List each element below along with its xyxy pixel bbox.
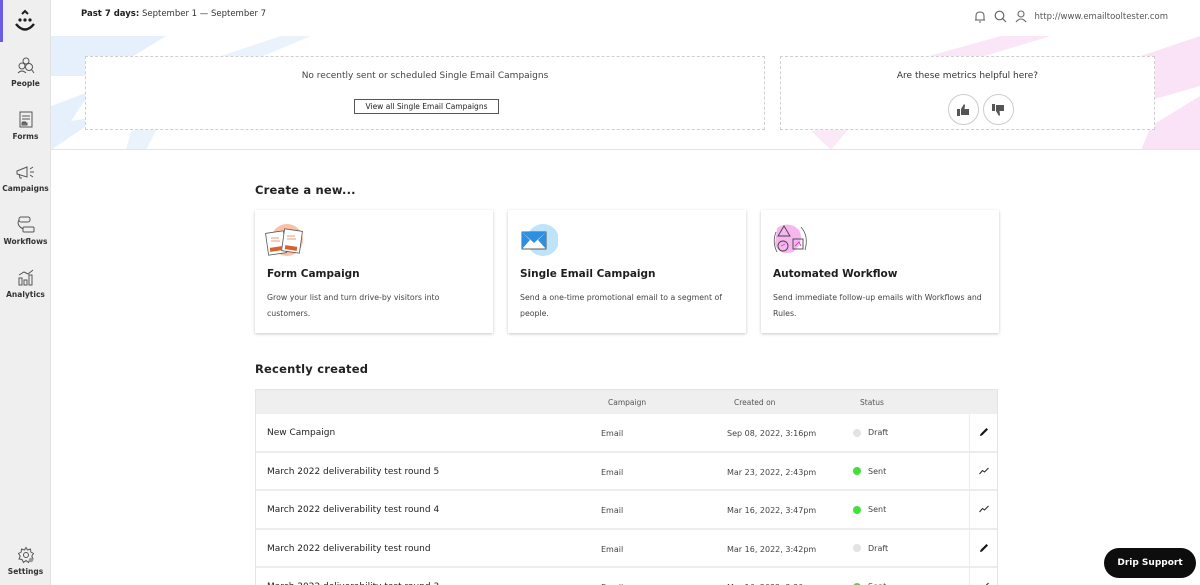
status-badge: Draft bbox=[853, 428, 888, 437]
thumbs-down-icon bbox=[992, 103, 1004, 116]
created-date: Mar 16, 2022, 3:42pm bbox=[727, 544, 817, 554]
stats-trend-icon bbox=[978, 505, 989, 513]
created-date: Sep 08, 2022, 3:16pm bbox=[727, 429, 817, 438]
view-stats-button[interactable] bbox=[969, 491, 997, 528]
gear-icon bbox=[17, 546, 34, 564]
sidebar-item-people[interactable]: People bbox=[0, 56, 51, 88]
drip-support-button[interactable]: Drip Support bbox=[1104, 548, 1196, 578]
card-description: Send a one-time promotional email to a s… bbox=[520, 293, 722, 318]
create-section-title: Create a new... bbox=[255, 183, 356, 197]
view-all-campaigns-button[interactable]: View all Single Email Campaigns bbox=[354, 99, 499, 114]
sidebar-item-forms[interactable]: Forms bbox=[0, 111, 51, 141]
table-row[interactable]: March 2022 deliverability test round 5 Em… bbox=[256, 452, 997, 491]
header-actions: http://www.emailtooltester.com bbox=[974, 10, 1168, 23]
status-label: Sent bbox=[868, 505, 887, 514]
megaphone-icon bbox=[16, 166, 34, 179]
period-range: September 1 — September 7 bbox=[141, 9, 267, 19]
status-label: Draft bbox=[868, 543, 889, 553]
sidebar-item-campaigns[interactable]: Campaigns bbox=[0, 163, 51, 193]
status-dot bbox=[853, 544, 861, 552]
table-row[interactable]: March 2022 deliverability test round 4 Em… bbox=[256, 491, 997, 530]
edit-pencil-icon bbox=[979, 428, 988, 437]
edit-button[interactable] bbox=[969, 529, 997, 566]
status-label: Draft bbox=[868, 428, 889, 437]
metrics-section: No recently sent or scheduled Single Ema… bbox=[51, 36, 1200, 150]
column-header-campaign[interactable]: Campaign bbox=[608, 398, 646, 407]
email-envelope-icon bbox=[521, 224, 558, 256]
created-date: Mar 23, 2022, 2:43pm bbox=[727, 467, 817, 477]
campaign-type: Email bbox=[601, 429, 624, 438]
view-stats-button[interactable] bbox=[969, 568, 997, 585]
card-title: Form Campaign bbox=[267, 268, 360, 280]
table-row[interactable]: New Campaign Email Sep 08, 2022, 3:16pm Dra… bbox=[256, 414, 997, 453]
status-label: Sent bbox=[868, 466, 887, 476]
period-label: Past 7 days: bbox=[81, 9, 140, 19]
status-dot bbox=[853, 428, 861, 437]
table-row[interactable]: March 2022 deliverability test round Emai… bbox=[256, 529, 997, 568]
stats-trend-icon bbox=[978, 467, 989, 475]
sidebar: People Forms Campaigns Workflows Analyti… bbox=[0, 0, 51, 585]
people-icon bbox=[17, 57, 34, 74]
thumbs-down-button[interactable] bbox=[983, 94, 1014, 125]
campaign-name[interactable]: March 2022 deliverability test round 4 bbox=[267, 505, 439, 515]
bell-icon[interactable] bbox=[974, 10, 986, 23]
column-header-created-on[interactable]: Created on bbox=[734, 398, 775, 407]
automated-workflow-card[interactable]: Automated Workflow Send immediate follow… bbox=[761, 210, 999, 333]
top-bar: Past 7 days: September 1 — September 7 h… bbox=[51, 0, 1200, 36]
account-url[interactable]: http://www.emailtooltester.com bbox=[1035, 12, 1168, 22]
edit-pencil-icon bbox=[979, 543, 988, 552]
created-date: Mar 16, 2022, 3:47pm bbox=[727, 506, 817, 515]
form-icon bbox=[19, 111, 32, 128]
empty-metrics-message: No recently sent or scheduled Single Ema… bbox=[301, 71, 549, 81]
status-badge: Sent bbox=[853, 505, 886, 514]
campaign-type: Email bbox=[601, 506, 624, 515]
column-header-status[interactable]: Status bbox=[860, 398, 884, 407]
sidebar-item-analytics[interactable]: Analytics bbox=[0, 269, 51, 299]
campaign-name[interactable]: March 2022 deliverability test round 5 bbox=[267, 467, 439, 477]
table-header: Campaign Created on Status bbox=[256, 390, 997, 414]
drip-logo-icon[interactable] bbox=[13, 8, 37, 34]
campaign-name[interactable]: March 2022 deliverability test round bbox=[267, 544, 431, 554]
table-row[interactable]: March 2022 deliverability test round 3Em… bbox=[256, 568, 997, 585]
status-badge: Draft bbox=[853, 544, 888, 553]
sidebar-item-workflows[interactable]: Workflows bbox=[0, 216, 51, 246]
sidebar-item-settings[interactable]: Settings bbox=[0, 546, 51, 576]
campaign-type: Email bbox=[601, 467, 624, 477]
recent-campaigns-table: Campaign Created on Status New Campaign E… bbox=[255, 389, 998, 585]
feedback-question: Are these metrics helpful here? bbox=[896, 71, 1039, 81]
user-icon[interactable] bbox=[1015, 10, 1027, 23]
recent-section-title: Recently created bbox=[255, 362, 369, 376]
edit-button[interactable] bbox=[969, 414, 997, 451]
single-email-campaign-card[interactable]: Single Email Campaign Send a one-time pr… bbox=[508, 210, 746, 333]
card-title: Automated Workflow bbox=[773, 268, 898, 280]
campaign-type: Email bbox=[601, 544, 624, 554]
thumbs-up-button[interactable] bbox=[948, 94, 979, 125]
status-dot bbox=[853, 467, 861, 475]
date-range[interactable]: Past 7 days: September 1 — September 7 bbox=[81, 9, 266, 19]
thumbs-up-icon bbox=[957, 103, 969, 116]
workflow-shapes-icon bbox=[773, 224, 807, 253]
feedback-card: Are these metrics helpful here? bbox=[780, 56, 1155, 130]
view-stats-button[interactable] bbox=[969, 452, 997, 489]
card-title: Single Email Campaign bbox=[520, 268, 656, 280]
analytics-icon bbox=[18, 269, 33, 286]
campaign-name[interactable]: New Campaign bbox=[267, 428, 335, 438]
status-badge: Sent bbox=[853, 467, 886, 476]
form-campaign-card[interactable]: Form Campaign Grow your list and turn dr… bbox=[255, 210, 493, 333]
status-dot bbox=[853, 505, 861, 514]
form-campaign-icon bbox=[265, 224, 303, 256]
card-description: Grow your list and turn drive-by visitor… bbox=[267, 293, 440, 318]
campaign-metrics-card: No recently sent or scheduled Single Ema… bbox=[85, 56, 765, 130]
card-description: Send immediate follow-up emails with Wor… bbox=[773, 293, 982, 318]
search-icon[interactable] bbox=[994, 10, 1007, 23]
workflow-icon bbox=[17, 216, 34, 233]
active-indicator bbox=[0, 0, 3, 42]
